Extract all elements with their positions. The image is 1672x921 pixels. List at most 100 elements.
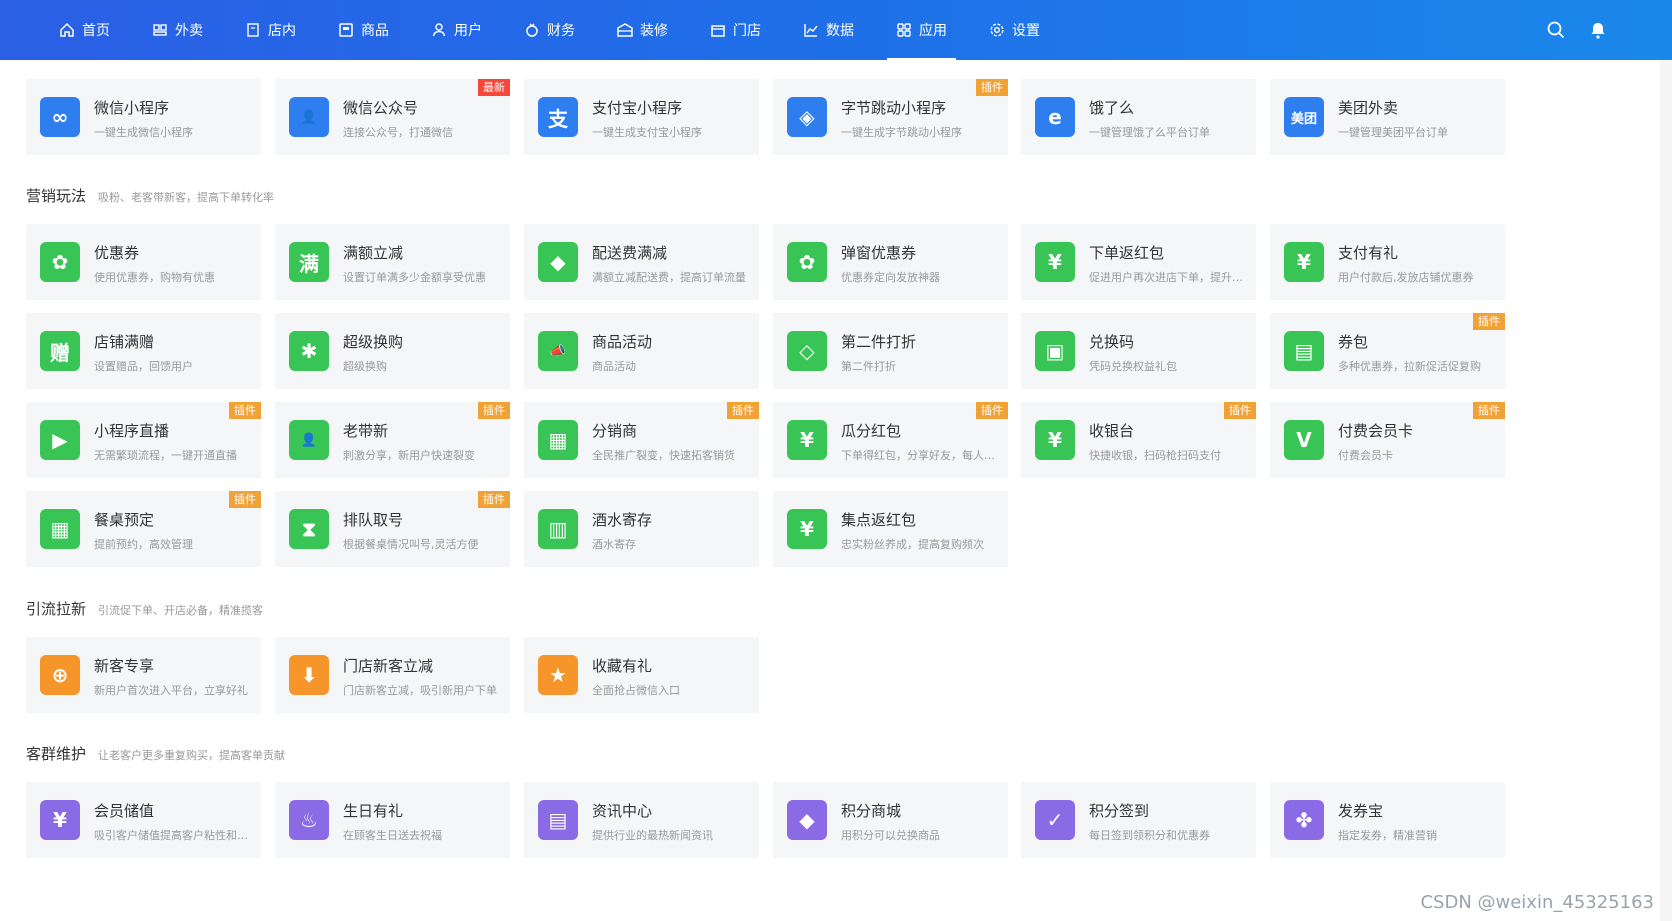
app-icon: ◇ [787, 331, 827, 371]
nav-item-9[interactable]: 应用 [875, 0, 968, 60]
app-card[interactable]: 支支付宝小程序 一键生成支付宝小程序 [524, 79, 759, 155]
app-card[interactable]: V 付费会员卡 付费会员卡 插件 [1270, 402, 1505, 478]
app-card[interactable]: ✱ 超级换购 超级换购 [275, 313, 510, 389]
app-card[interactable]: ◇ 第二件打折 第二件打折 [773, 313, 1008, 389]
app-description: 全民推广裂变，快速拓客销货 [592, 449, 735, 462]
app-title: 美团外卖 [1338, 99, 1399, 117]
app-card[interactable]: ♨ 生日有礼 在顾客生日送去祝福 [275, 782, 510, 858]
app-title: 满额立减 [343, 244, 404, 262]
app-title: 分销商 [592, 422, 638, 440]
app-card[interactable]: ▤ 券包 多种优惠券，拉新促活促复购 插件 [1270, 313, 1505, 389]
app-description: 连接公众号，打通微信 [343, 126, 453, 139]
nav-item-4[interactable]: 用户 [410, 0, 503, 60]
app-card[interactable]: ▦ 餐桌预定 提前预约，高效管理 插件 [26, 491, 261, 567]
nav-item-7[interactable]: 门店 [689, 0, 782, 60]
app-icon: ★ [538, 655, 578, 695]
nav-item-10[interactable]: 设置 [968, 0, 1061, 60]
app-card[interactable]: ∞ 微信小程序 一键生成微信小程序 [26, 79, 261, 155]
app-card[interactable]: 赠店铺满赠 设置赠品，回馈用户 [26, 313, 261, 389]
nav-item-label: 店内 [268, 23, 296, 39]
app-description: 忠实粉丝养成，提高复购频次 [841, 538, 984, 551]
app-icon: ¥ [1284, 242, 1324, 282]
app-card[interactable]: 满满额立减 设置订单满多少金额享受优惠 [275, 224, 510, 300]
search-icon[interactable] [1546, 20, 1566, 40]
nav-item-label: 首页 [82, 23, 110, 39]
app-card[interactable]: ⧗ 排队取号 根据餐桌情况叫号,灵活方便 插件 [275, 491, 510, 567]
app-icon: ◈ [787, 97, 827, 137]
app-icon: ♨ [289, 800, 329, 840]
nav-item-1[interactable]: 外卖 [131, 0, 224, 60]
main-nav: 首页 外卖 店内 商品 用户 财务 装修 门店 数据 应用 设置 [38, 0, 1061, 60]
app-card[interactable]: ★ 收藏有礼 全面抢占微信入口 [524, 637, 759, 713]
app-card[interactable]: ▤ 资讯中心 提供行业的最热新闻资讯 [524, 782, 759, 858]
app-card[interactable]: ¥ 下单返红包 促进用户再次进店下单，提升复购 [1021, 224, 1256, 300]
nav-item-2[interactable]: 店内 [224, 0, 317, 60]
app-card[interactable]: ✤ 发券宝 指定发券，精准营销 [1270, 782, 1505, 858]
app-description: 一键生成微信小程序 [94, 126, 193, 139]
app-card[interactable]: ¥ 集点返红包 忠实粉丝养成，提高复购频次 [773, 491, 1008, 567]
app-card[interactable]: 👤 微信公众号 连接公众号，打通微信 最新 [275, 79, 510, 155]
app-title: 弹窗优惠券 [841, 244, 917, 262]
app-card[interactable]: ▶ 小程序直播 无需繁琐流程，一键开通直播 插件 [26, 402, 261, 478]
bell-icon[interactable] [1588, 20, 1608, 40]
scrollbar[interactable] [1660, 60, 1672, 921]
app-title: 微信公众号 [343, 99, 419, 117]
app-card[interactable]: ¥ 会员储值 吸引客户储值提高客户粘性和复购 [26, 782, 261, 858]
gear-icon [989, 22, 1005, 38]
app-card[interactable]: ✓ 积分签到 每日签到领积分和优惠券 [1021, 782, 1256, 858]
app-card[interactable]: ◈ 字节跳动小程序 一键生成字节跳动小程序 插件 [773, 79, 1008, 155]
nav-item-0[interactable]: 首页 [38, 0, 131, 60]
app-title: 优惠券 [94, 244, 140, 262]
app-card[interactable]: e 饿了么 一键管理饿了么平台订单 [1021, 79, 1256, 155]
section-subtitle: 让老客户更多重复购买，提高客单贡献 [98, 749, 286, 762]
app-description: 第二件打折 [841, 360, 896, 373]
app-card[interactable]: ⬇ 门店新客立减 门店新客立减，吸引新用户下单 [275, 637, 510, 713]
app-card[interactable]: 美团 美团外卖 一键管理美团平台订单 [1270, 79, 1505, 155]
nav-item-8[interactable]: 数据 [782, 0, 875, 60]
app-icon: ▶ [40, 420, 80, 460]
plugin-badge: 插件 [727, 402, 759, 419]
app-card[interactable]: ¥ 支付有礼 用户付款后,发放店铺优惠券 [1270, 224, 1505, 300]
app-card[interactable]: ⊕ 新客专享 新用户首次进入平台，立享好礼 [26, 637, 261, 713]
app-card[interactable]: 📣 商品活动 商品活动 [524, 313, 759, 389]
app-title: 生日有礼 [343, 802, 404, 820]
app-card[interactable]: ¥ 收银台 快捷收银，扫码枪扫码支付 插件 [1021, 402, 1256, 478]
app-icon: ¥ [787, 420, 827, 460]
app-description: 促进用户再次进店下单，提升复购 [1089, 271, 1247, 284]
plugin-badge: 插件 [478, 491, 510, 508]
app-title: 新客专享 [94, 657, 155, 675]
nav-item-6[interactable]: 装修 [596, 0, 689, 60]
plugin-badge: 最新 [478, 79, 510, 96]
app-icon: 美团 [1284, 97, 1324, 137]
nav-item-label: 门店 [733, 23, 761, 39]
nav-item-3[interactable]: 商品 [317, 0, 410, 60]
finance-icon [524, 22, 540, 38]
app-title: 商品活动 [592, 333, 653, 351]
app-card[interactable]: ✿ 弹窗优惠券 优惠券定向发放神器 [773, 224, 1008, 300]
nav-item-5[interactable]: 财务 [503, 0, 596, 60]
home-icon [59, 22, 75, 38]
app-title: 会员储值 [94, 802, 155, 820]
app-icon: ¥ [40, 800, 80, 840]
app-card[interactable]: ▣ 兑换码 凭码兑换权益礼包 [1021, 313, 1256, 389]
app-card[interactable]: ▦ 分销商全民推广裂变，快速拓客销货 插件 [524, 402, 759, 478]
app-card[interactable]: ◆ 配送费满减 满额立减配送费，提高订单流量 [524, 224, 759, 300]
app-card[interactable]: ¥ 瓜分红包下单得红包，分享好友，每人得红包 插件 [773, 402, 1008, 478]
app-icon: ◆ [787, 800, 827, 840]
app-description: 用户付款后,发放店铺优惠券 [1338, 271, 1474, 284]
app-icon: ◆ [538, 242, 578, 282]
app-card[interactable]: 👤 老带新 刺激分享，新用户快速裂变 插件 [275, 402, 510, 478]
app-title: 门店新客立减 [343, 657, 434, 675]
app-title: 配送费满减 [592, 244, 668, 262]
app-card[interactable]: ◆ 积分商城 用积分可以兑换商品 [773, 782, 1008, 858]
app-card[interactable]: ✿ 优惠券 使用优惠券，购物有优惠 [26, 224, 261, 300]
app-icon: ¥ [1035, 420, 1075, 460]
app-icon: 支 [538, 97, 578, 137]
nav-item-label: 设置 [1012, 23, 1040, 39]
nav-item-label: 数据 [826, 23, 854, 39]
app-icon: ✱ [289, 331, 329, 371]
app-card[interactable]: ▥ 酒水寄存 酒水寄存 [524, 491, 759, 567]
chart-icon [803, 22, 819, 38]
app-description: 刺激分享，新用户快速裂变 [343, 449, 475, 462]
app-icon: ▦ [538, 420, 578, 460]
